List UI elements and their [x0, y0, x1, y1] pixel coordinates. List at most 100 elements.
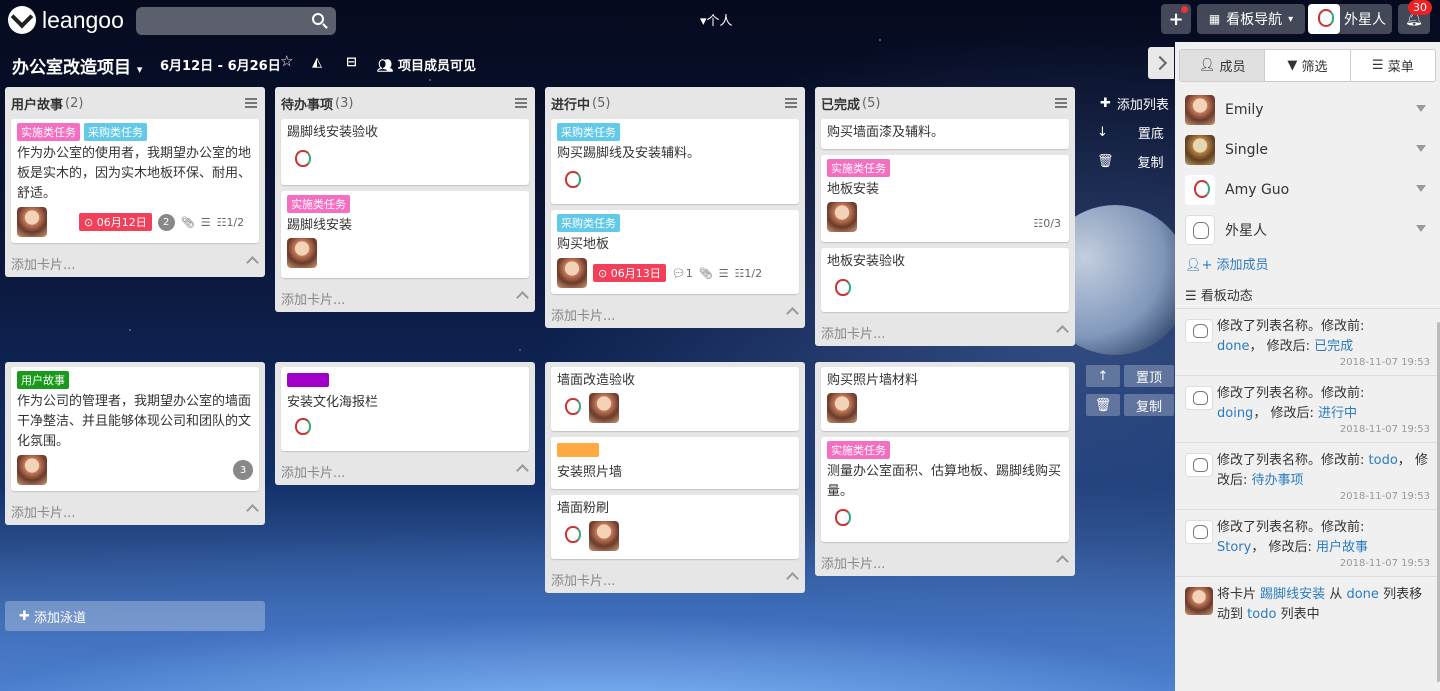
- activity-link[interactable]: 进行中: [1318, 406, 1357, 421]
- notifications-button[interactable]: 🔔︎ 30: [1398, 0, 1432, 34]
- list-header[interactable]: 待办事项 (3): [275, 87, 535, 119]
- visibility-button[interactable]: 👥︎ 项目成员可见: [377, 55, 476, 74]
- card[interactable]: 地板安装验收: [821, 248, 1069, 312]
- card[interactable]: 安装文化海报栏: [281, 367, 529, 451]
- search-input[interactable]: [136, 7, 336, 35]
- add-card-button[interactable]: 添加卡片...: [5, 497, 265, 525]
- card[interactable]: 用户故事 作为公司的管理者，我期望办公室的墙面干净整洁、并且能够体现公司和团队的文…: [11, 367, 259, 491]
- filter-icon[interactable]: [1416, 225, 1426, 232]
- tag: 用户故事: [17, 371, 69, 389]
- add-member-link[interactable]: 👤︎+ 添加成员: [1175, 250, 1440, 277]
- collapse-icon[interactable]: [786, 307, 799, 320]
- activity-item: 修改了列表名称。修改前: done， 修改后: 已完成 2018-11-07 19…: [1175, 309, 1440, 376]
- board-nav-button[interactable]: ▦ 看板导航 ▾: [1197, 4, 1305, 34]
- board-title[interactable]: 办公室改造项目 ▾: [12, 53, 142, 78]
- card[interactable]: 墙面改造验收: [551, 367, 799, 431]
- list-menu-icon[interactable]: [785, 98, 797, 108]
- due-date-badge: ⊙ 06月12日: [79, 213, 152, 231]
- add-card-button[interactable]: 添加卡片...: [815, 318, 1075, 346]
- top-bar: leangoo ▾个人 + ▦ 看板导航 ▾ 外星人 🔔︎ 30: [0, 0, 1440, 42]
- filter-icon[interactable]: [1416, 145, 1426, 152]
- add-button[interactable]: +: [1161, 4, 1191, 34]
- collapse-all-icon[interactable]: ⊟: [346, 55, 357, 70]
- activity-link[interactable]: 用户故事: [1316, 540, 1368, 555]
- avatar: [1185, 587, 1213, 615]
- add-card-button[interactable]: 添加卡片...: [815, 548, 1075, 576]
- list-header[interactable]: 已完成 (5): [815, 87, 1075, 119]
- activity-link[interactable]: done: [1346, 587, 1378, 602]
- tab-filter[interactable]: ▼ 筛选: [1265, 50, 1351, 81]
- avatar: [827, 202, 857, 232]
- avatar: [17, 455, 47, 485]
- collapse-icon[interactable]: [246, 256, 259, 269]
- card[interactable]: 实施类任务 地板安装 ☷0/3: [821, 155, 1069, 242]
- add-list-button[interactable]: ✚ 添加列表: [1100, 94, 1169, 113]
- add-card-button[interactable]: 添加卡片...: [275, 284, 535, 312]
- activity-link[interactable]: todo: [1247, 607, 1276, 622]
- activity-link[interactable]: done: [1217, 339, 1249, 354]
- user-icon: 👤︎: [1198, 58, 1220, 73]
- search-icon[interactable]: [312, 13, 324, 25]
- activity-link[interactable]: 待办事项: [1252, 473, 1304, 488]
- lane-top-button[interactable]: 置顶: [1124, 365, 1174, 387]
- lane-copy-button[interactable]: 复制: [1124, 394, 1174, 416]
- card[interactable]: 实施类任务 测量办公室面积、估算地板、踢脚线购买量。: [821, 437, 1069, 542]
- member-row[interactable]: Emily: [1175, 90, 1440, 130]
- activity-link[interactable]: doing: [1217, 406, 1253, 421]
- copy-lane-button[interactable]: 🗑︎ 复制: [1097, 152, 1164, 171]
- tab-members[interactable]: 👤︎ 成员: [1180, 50, 1266, 81]
- activity-link[interactable]: todo: [1369, 453, 1398, 468]
- personal-dropdown[interactable]: ▾个人: [700, 10, 733, 29]
- activity-item: 修改了列表名称。修改前: Story， 修改后: 用户故事 2018-11-07 …: [1175, 510, 1440, 577]
- tab-menu[interactable]: ☰ 菜单: [1350, 50, 1435, 81]
- move-top-icon[interactable]: ↑: [1086, 365, 1120, 387]
- card[interactable]: 踢脚线安装验收: [281, 119, 529, 185]
- trash-icon: 🗑︎: [1097, 154, 1114, 169]
- activity-link[interactable]: Story: [1217, 540, 1251, 555]
- list-header[interactable]: 进行中 (5): [545, 87, 805, 119]
- avatar: [287, 145, 315, 173]
- collapse-icon[interactable]: [516, 464, 529, 477]
- collapse-icon[interactable]: [1056, 325, 1069, 338]
- add-card-button[interactable]: 添加卡片...: [275, 457, 535, 485]
- add-card-button[interactable]: 添加卡片...: [545, 565, 805, 593]
- card[interactable]: 墙面粉刷: [551, 495, 799, 559]
- card[interactable]: 安装照片墙: [551, 437, 799, 489]
- checklist-icon: ☷1/2: [734, 266, 763, 280]
- member-row[interactable]: Single: [1175, 130, 1440, 170]
- board-dates[interactable]: 6月12日 - 6月26日: [160, 55, 281, 74]
- filter-icon[interactable]: [1416, 105, 1426, 112]
- collapse-icon[interactable]: [516, 291, 529, 304]
- member-row[interactable]: Amy Guo: [1175, 170, 1440, 210]
- add-card-button[interactable]: 添加卡片...: [5, 249, 265, 277]
- card[interactable]: 购买墙面漆及辅料。: [821, 119, 1069, 149]
- list-menu-icon[interactable]: [1055, 98, 1067, 108]
- card[interactable]: 采购类任务 购买地板 ⊙ 06月13日 💬︎1 📎︎ ☰ ☷1/2: [551, 210, 799, 294]
- list-menu-icon[interactable]: [515, 98, 527, 108]
- add-swimlane-button[interactable]: ✚ 添加泳道: [5, 601, 265, 631]
- card[interactable]: 购买照片墙材料: [821, 367, 1069, 431]
- logo[interactable]: leangoo: [8, 6, 124, 34]
- move-bottom-button[interactable]: ↓ 置底: [1097, 123, 1164, 142]
- list-header[interactable]: 用户故事 (2): [5, 87, 265, 119]
- card-title: 购买地板: [557, 237, 610, 252]
- card-title: 踢脚线安装验收: [287, 125, 379, 140]
- chart-icon[interactable]: ◭: [312, 55, 322, 70]
- member-row[interactable]: 外星人: [1175, 210, 1440, 250]
- star-icon[interactable]: ☆: [280, 52, 293, 70]
- card[interactable]: 实施类任务 踢脚线安装: [281, 191, 529, 278]
- filter-icon[interactable]: [1416, 185, 1426, 192]
- list-menu-icon[interactable]: [245, 98, 257, 108]
- card[interactable]: 采购类任务 购买踢脚线及安装辅料。: [551, 119, 799, 204]
- user-menu[interactable]: 外星人: [1308, 4, 1392, 34]
- add-card-button[interactable]: 添加卡片...: [545, 300, 805, 328]
- collapse-icon[interactable]: [246, 504, 259, 517]
- activity-item: 将卡片 踢脚线安装 从 done 列表移动到 todo 列表中: [1175, 577, 1440, 631]
- panel-toggle-button[interactable]: [1148, 47, 1174, 79]
- collapse-icon[interactable]: [1056, 555, 1069, 568]
- card[interactable]: 实施类任务 采购类任务 作为办公室的使用者，我期望办公室的地板是实木的，因为实木地…: [11, 119, 259, 243]
- trash-icon[interactable]: 🗑︎: [1086, 394, 1120, 416]
- collapse-icon[interactable]: [786, 572, 799, 585]
- activity-link[interactable]: 已完成: [1314, 339, 1353, 354]
- activity-link[interactable]: 踢脚线安装: [1260, 587, 1325, 602]
